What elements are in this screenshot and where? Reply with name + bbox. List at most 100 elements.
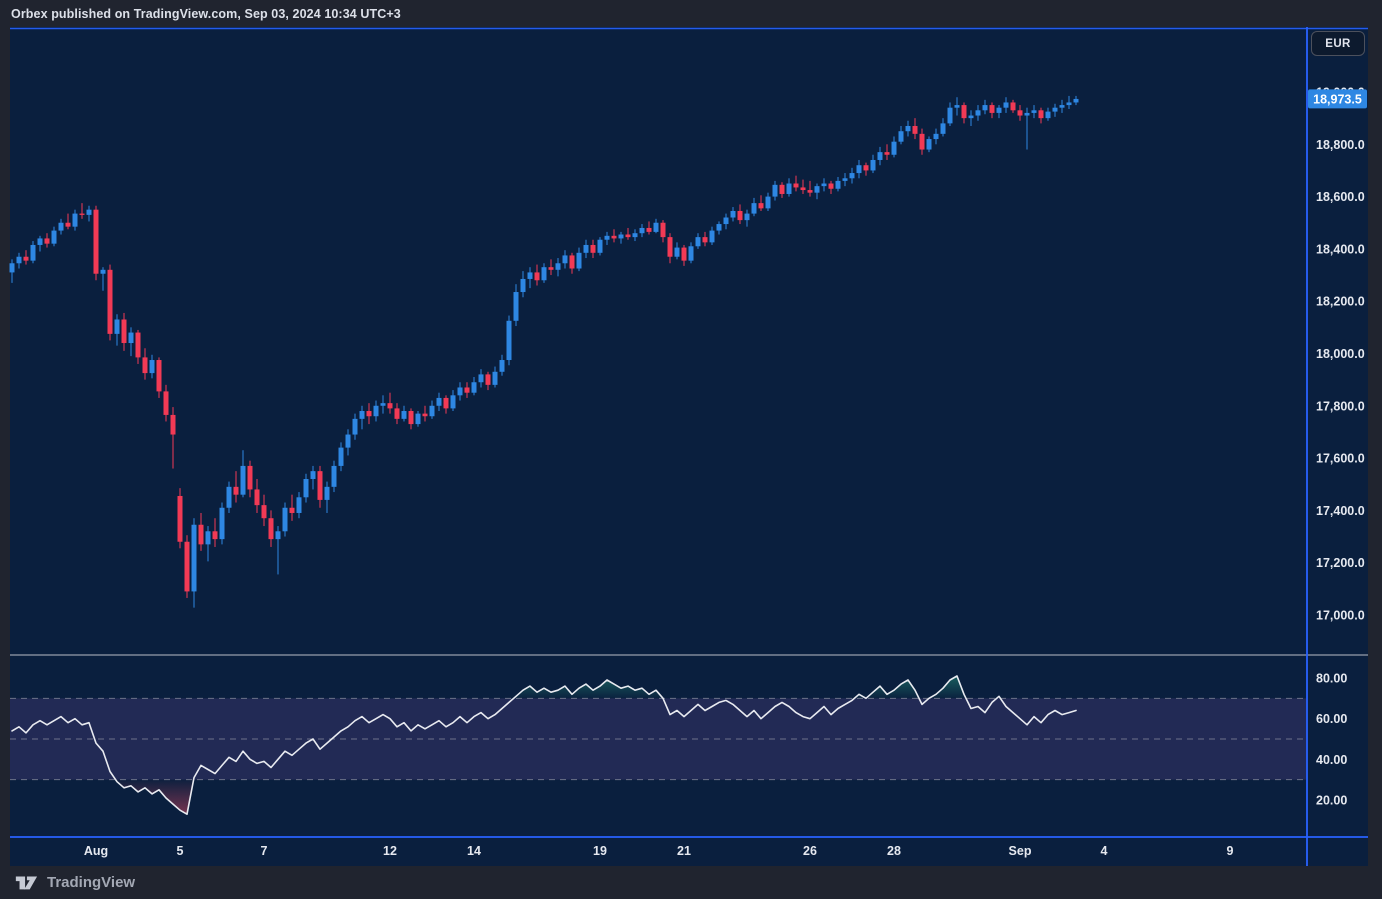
candle-body	[591, 245, 596, 253]
candle-body	[332, 466, 337, 487]
candle-body	[493, 372, 498, 385]
time-tick-label: 5	[177, 844, 184, 858]
price-tick-label: 18,600.0	[1316, 190, 1365, 204]
chart-canvas[interactable]: 19,000.018,800.018,600.018,400.018,200.0…	[0, 0, 1382, 899]
candle	[94, 206, 99, 281]
candle-body	[171, 415, 176, 435]
candle-body	[136, 333, 141, 358]
candle-body	[864, 165, 869, 170]
candle-body	[969, 116, 974, 119]
time-tick-label: 7	[261, 844, 268, 858]
candle	[185, 535, 190, 598]
candle-body	[409, 411, 414, 424]
candle-body	[220, 508, 225, 539]
candle-body	[381, 403, 386, 406]
candle-body	[801, 187, 806, 190]
candle-body	[794, 184, 799, 188]
last-price-badge: 18,973.5	[1308, 89, 1367, 108]
candle-wick	[68, 214, 69, 230]
candle-body	[150, 360, 155, 373]
candle-body	[878, 152, 883, 160]
candle-body	[24, 257, 29, 261]
candle-body	[192, 525, 197, 592]
candle-body	[423, 414, 428, 417]
price-tick-label: 17,400.0	[1316, 504, 1365, 518]
candle-body	[605, 236, 610, 240]
price-tick-label: 17,800.0	[1316, 399, 1365, 413]
candle-body	[948, 108, 953, 124]
candle-body	[913, 126, 918, 134]
candle-body	[661, 223, 666, 237]
candle-body	[346, 435, 351, 448]
time-tick-label: 19	[593, 844, 607, 858]
time-tick-label: Sep	[1009, 844, 1032, 858]
candle-body	[752, 203, 757, 213]
candle-body	[269, 518, 274, 539]
time-tick-label: 28	[887, 844, 901, 858]
candle-body	[507, 321, 512, 360]
candle-body	[717, 224, 722, 231]
candle-body	[276, 531, 281, 539]
candle-body	[178, 496, 183, 542]
candle-body	[1067, 102, 1072, 105]
candle-body	[451, 395, 456, 408]
candle-body	[689, 246, 694, 260]
candle	[220, 503, 225, 545]
candle-body	[542, 267, 547, 280]
rsi-tick-label: 80.00	[1316, 672, 1347, 686]
candle-body	[374, 406, 379, 416]
candle-body	[241, 466, 246, 495]
rsi-tick-label: 60.00	[1316, 712, 1347, 726]
candle-body	[724, 218, 729, 225]
candle-body	[640, 228, 645, 233]
candle-body	[465, 387, 470, 392]
candle-body	[458, 387, 463, 395]
candle-body	[304, 479, 309, 497]
currency-toggle-button[interactable]: EUR	[1311, 31, 1365, 56]
tradingview-logo-icon[interactable]	[14, 873, 38, 892]
candle-wick	[803, 180, 804, 194]
candle-body	[829, 184, 834, 189]
candle-body	[164, 391, 169, 415]
candle-body	[213, 531, 218, 539]
candle-body	[17, 257, 22, 264]
candle-body	[416, 414, 421, 424]
candle-body	[675, 248, 680, 257]
candle	[108, 265, 113, 341]
candle	[178, 488, 183, 548]
candle-body	[703, 237, 708, 242]
candle-body	[668, 237, 673, 257]
candle-body	[80, 214, 85, 215]
candle-body	[570, 255, 575, 268]
candle-body	[185, 542, 190, 592]
candle-body	[353, 419, 358, 435]
candle-body	[514, 292, 519, 321]
candle-body	[696, 237, 701, 246]
candle-body	[885, 152, 890, 155]
candle-body	[549, 267, 554, 270]
candle-body	[73, 214, 78, 227]
candle-body	[255, 489, 260, 505]
candle-wick	[810, 181, 811, 197]
rsi-tick-label: 40.00	[1316, 753, 1347, 767]
candle-body	[990, 105, 995, 113]
candle-body	[1032, 110, 1037, 113]
candle-body	[437, 398, 442, 406]
time-tick-label: 12	[383, 844, 397, 858]
candle-body	[780, 185, 785, 194]
candle-body	[402, 411, 407, 419]
candle-body	[87, 210, 92, 215]
candle-body	[283, 508, 288, 532]
candle-body	[647, 228, 652, 232]
candle-body	[360, 411, 365, 419]
chart-background	[10, 27, 1368, 866]
candle-body	[206, 531, 211, 544]
candle-wick	[628, 228, 629, 240]
candle-body	[66, 223, 71, 227]
candle-body	[325, 487, 330, 500]
candle-body	[297, 497, 302, 513]
tradingview-brand-text[interactable]: TradingView	[47, 874, 135, 891]
candle-body	[45, 238, 50, 243]
candle-body	[731, 211, 736, 218]
candle-body	[94, 210, 99, 274]
